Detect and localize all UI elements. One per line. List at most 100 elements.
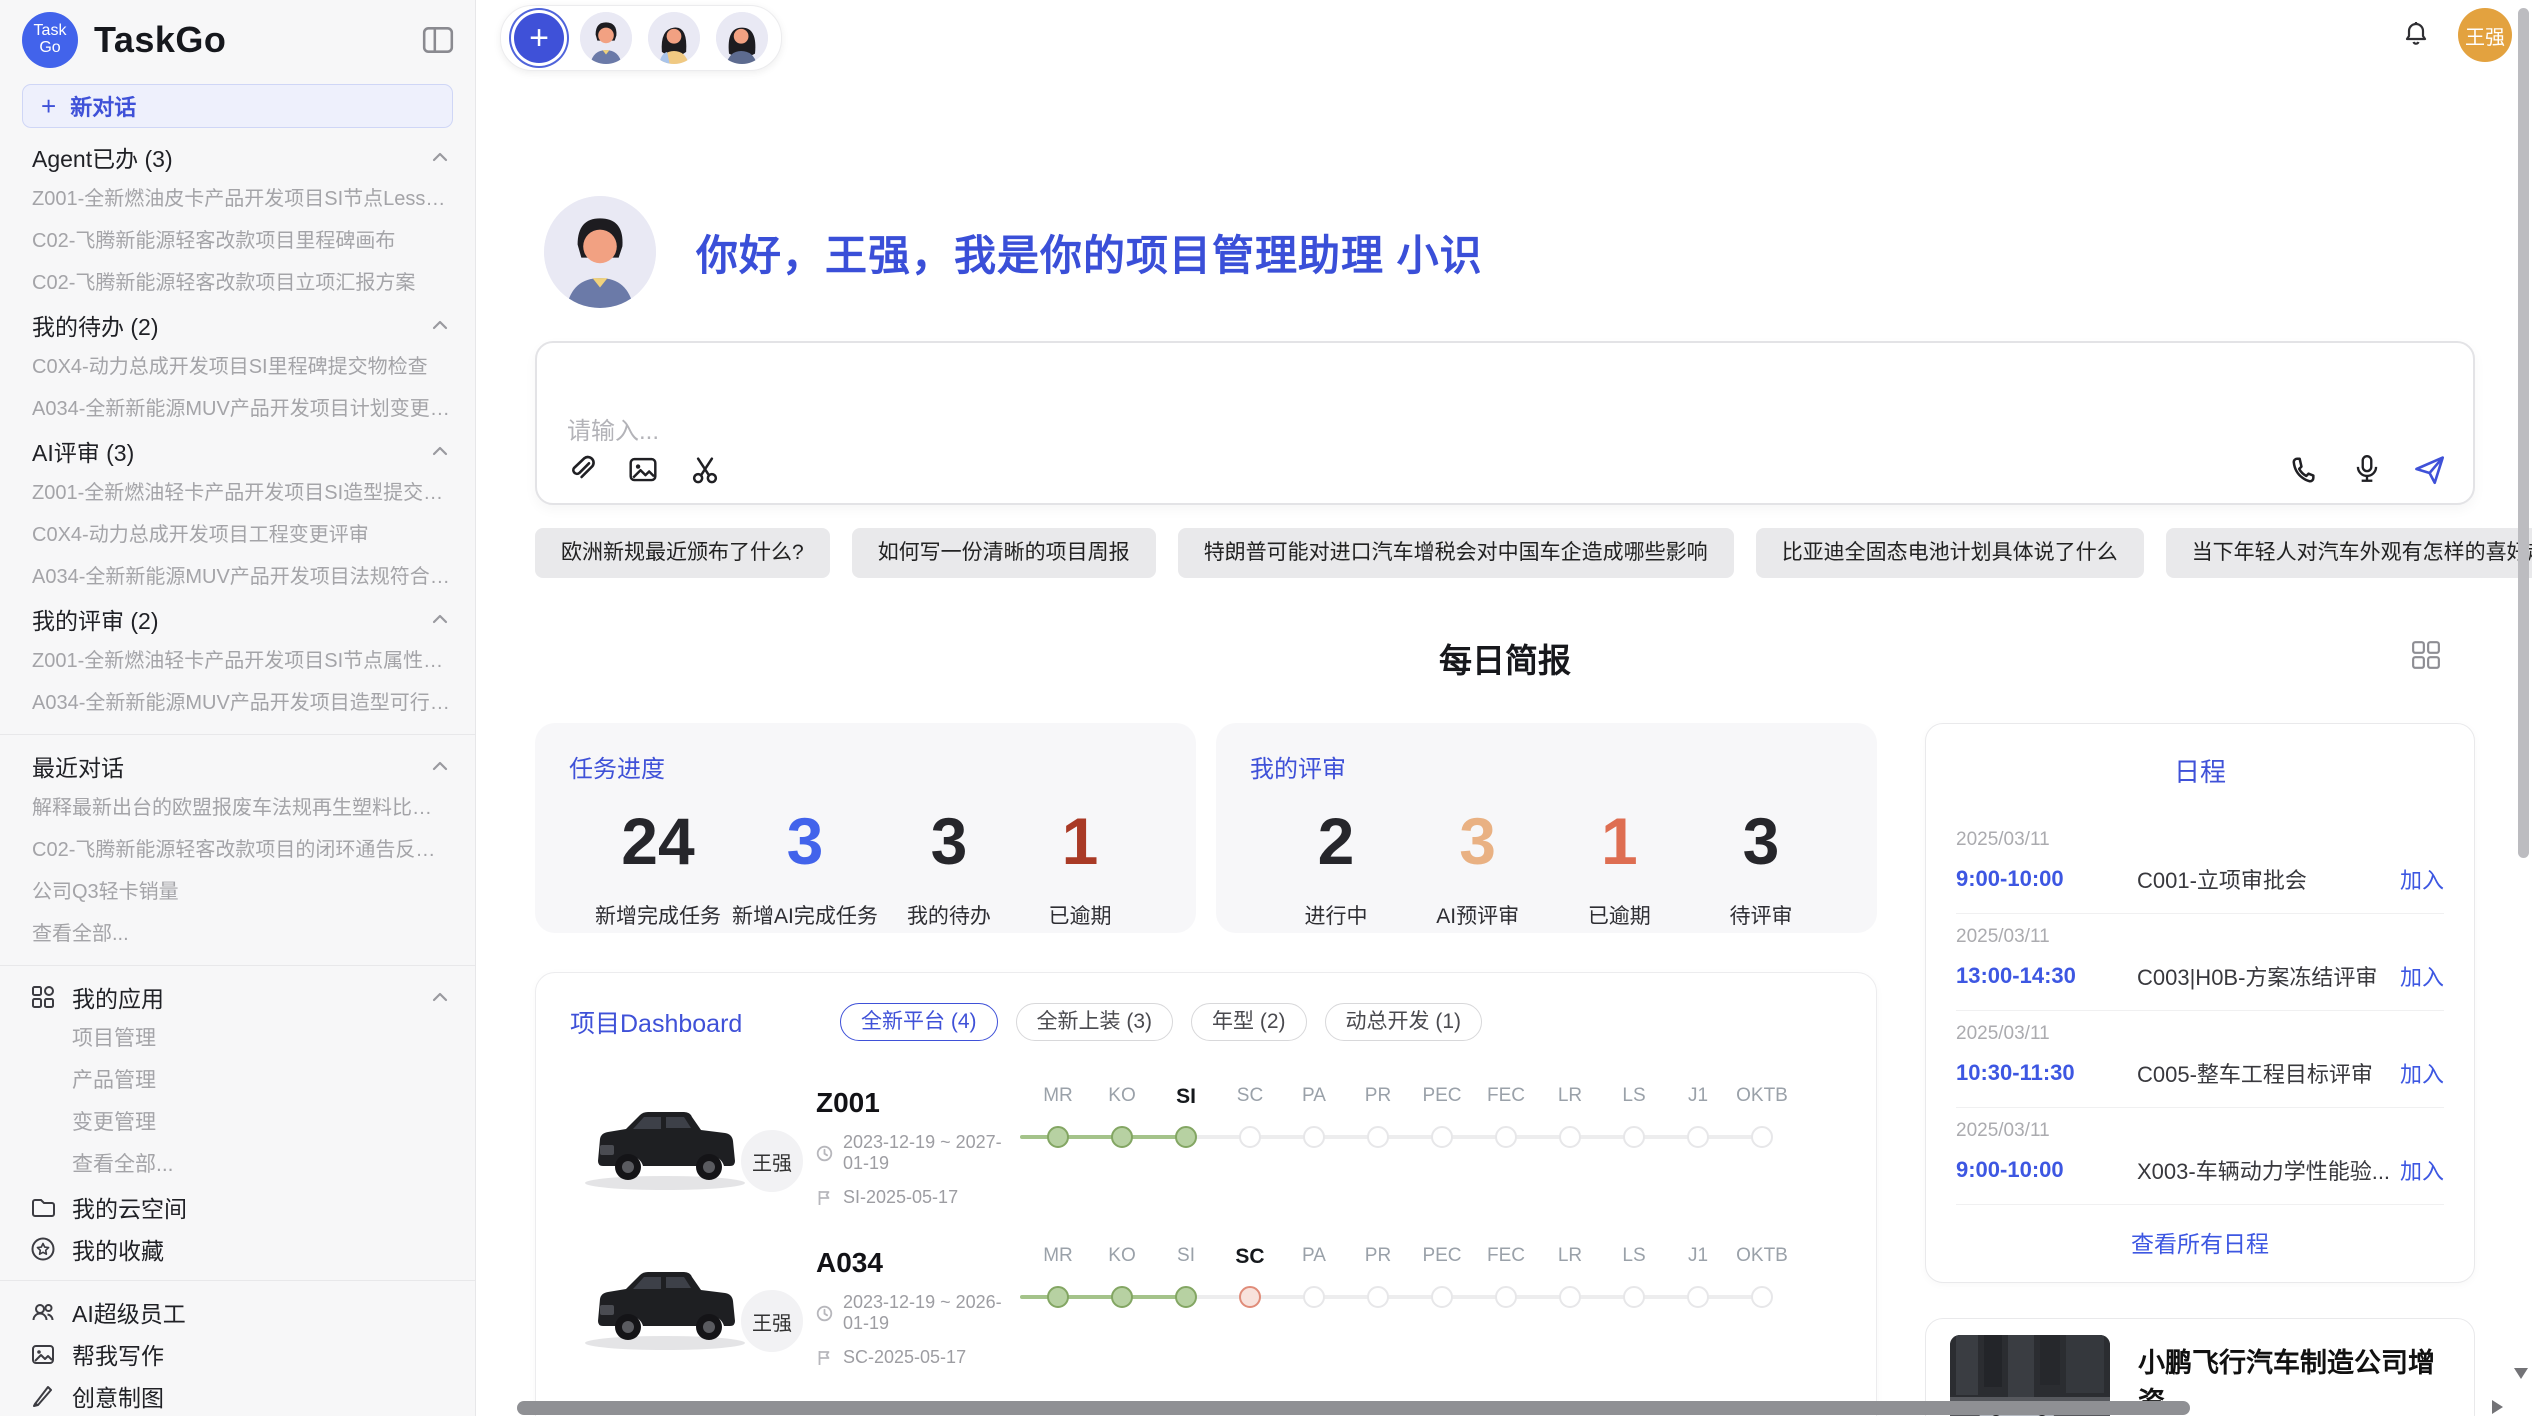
list-item[interactable]: C0X4-动力总成开发项目SI里程碑提交物检查	[0, 346, 475, 388]
chevron-up-icon[interactable]	[429, 440, 451, 462]
sidebar-item-label: 帮我写作	[72, 1337, 164, 1371]
milestone-dot-done	[1047, 1286, 1069, 1308]
app-logo: Task Go	[22, 12, 78, 68]
milestone-label-current: SI	[1154, 1085, 1218, 1109]
scroll-right-arrow[interactable]	[2492, 1400, 2503, 1414]
list-item[interactable]: C0X4-动力总成开发项目工程变更评审	[0, 514, 475, 556]
agent-avatar-1[interactable]	[580, 12, 632, 64]
stat-label: 新增完成任务	[595, 900, 721, 930]
daily-brief-header: 每日简报	[535, 634, 2475, 682]
new-chat-button[interactable]: + 新对话	[22, 84, 453, 128]
section-my-review[interactable]: 我的评审 (2)	[0, 598, 475, 640]
milestone-label: LR	[1538, 1245, 1602, 1269]
sidebar-item-help-write[interactable]: 帮我写作	[0, 1333, 475, 1375]
list-item[interactable]: A034-全新新能源MUV产品开发项目造型可行性评审	[0, 682, 475, 724]
suggestion-chip[interactable]: 欧洲新规最近颁布了什么?	[535, 528, 830, 578]
list-item[interactable]: A034-全新新能源MUV产品开发项目法规符合性评审	[0, 556, 475, 598]
topbar-right: 王强	[2400, 8, 2512, 62]
join-link[interactable]: 加入	[2400, 1057, 2444, 1089]
milestone-label: PEC	[1410, 1245, 1474, 1269]
milestone-dot	[1751, 1126, 1773, 1148]
phone-icon[interactable]	[2289, 453, 2321, 485]
list-item[interactable]: Z001-全新燃油轻卡产品开发项目SI造型提交物评审	[0, 472, 475, 514]
section-recent-chats[interactable]: 最近对话	[0, 745, 475, 787]
list-item[interactable]: 解释最新出台的欧盟报废车法规再生塑料比例被调至15%...	[0, 787, 475, 829]
scissors-icon[interactable]	[689, 453, 721, 485]
sidebar-item-ai-employee[interactable]: AI超级员工	[0, 1291, 475, 1333]
agent-avatar-3[interactable]	[716, 12, 768, 64]
suggestion-chip[interactable]: 当下年轻人对汽车外观有怎样的喜好趋势	[2166, 528, 2532, 578]
section-agent-done[interactable]: Agent已办 (3)	[0, 136, 475, 178]
suggestion-chip[interactable]: 比亚迪全固态电池计划具体说了什么	[1756, 528, 2144, 578]
project-row[interactable]: 王强 A034 2023-12-19 ~ 2026-01-19 SC-2025-…	[570, 1243, 1876, 1361]
microphone-icon[interactable]	[2351, 453, 2383, 485]
stat-cards: 任务进度 24新增完成任务 3新增AI完成任务 3我的待办 1已逾期 我的评审 …	[535, 723, 1877, 933]
app-link[interactable]: 产品管理	[0, 1060, 475, 1102]
suggestion-chip[interactable]: 如何写一份清晰的项目周报	[852, 528, 1156, 578]
milestone-dot	[1431, 1126, 1453, 1148]
stat-label: 进行中	[1276, 900, 1396, 930]
milestone-dot-done	[1111, 1286, 1133, 1308]
attachment-icon[interactable]	[565, 453, 597, 485]
join-link[interactable]: 加入	[2400, 863, 2444, 895]
image-upload-icon[interactable]	[627, 453, 659, 485]
task-progress-card: 任务进度 24新增完成任务 3新增AI完成任务 3我的待办 1已逾期	[535, 723, 1196, 933]
agent-avatar-2[interactable]	[648, 12, 700, 64]
milestone-dot	[1367, 1286, 1389, 1308]
app-name: TaskGo	[94, 19, 405, 61]
list-item[interactable]: Z001-全新燃油轻卡产品开发项目SI节点属性5D文件评审	[0, 640, 475, 682]
list-item[interactable]: C02-飞腾新能源轻客改款项目的闭环通告反馈情况	[0, 829, 475, 871]
section-my-todo[interactable]: 我的待办 (2)	[0, 304, 475, 346]
user-avatar[interactable]: 王强	[2458, 8, 2512, 62]
chevron-up-icon[interactable]	[429, 608, 451, 630]
list-item[interactable]: 公司Q3轻卡销量	[0, 871, 475, 913]
stat-value: 3	[732, 808, 878, 874]
vertical-scrollbar[interactable]	[2518, 8, 2529, 858]
chevron-up-icon[interactable]	[429, 986, 451, 1008]
list-item[interactable]: C02-飞腾新能源轻客改款项目里程碑画布	[0, 220, 475, 262]
chevron-up-icon[interactable]	[429, 146, 451, 168]
vehicle-image	[570, 1083, 760, 1195]
list-item[interactable]: A034-全新新能源MUV产品开发项目计划变更表编写	[0, 388, 475, 430]
project-row[interactable]: 王强 Z001 2023-12-19 ~ 2027-01-19 SI-2025-…	[570, 1083, 1876, 1201]
sidebar-item-favorites[interactable]: 我的收藏	[0, 1228, 475, 1270]
milestone-dot	[1559, 1126, 1581, 1148]
milestone-label: FEC	[1474, 1245, 1538, 1269]
tab-powertrain[interactable]: 动总开发 (1)	[1325, 1003, 1483, 1041]
milestone-label-current: SC	[1218, 1245, 1282, 1269]
section-ai-review[interactable]: AI评审 (3)	[0, 430, 475, 472]
scroll-down-arrow[interactable]	[2514, 1368, 2528, 1379]
app-link[interactable]: 变更管理	[0, 1102, 475, 1144]
sidebar-collapse-icon[interactable]	[421, 23, 455, 57]
join-link[interactable]: 加入	[2400, 1154, 2444, 1186]
card-title: 任务进度	[569, 749, 1166, 784]
list-item[interactable]: C02-飞腾新能源轻客改款项目立项汇报方案	[0, 262, 475, 304]
add-agent-button[interactable]: +	[514, 13, 564, 63]
sidebar-item-label: 我的收藏	[72, 1232, 164, 1266]
list-item[interactable]: Z001-全新燃油皮卡产品开发项目SI节点Lesson Learn报告	[0, 178, 475, 220]
milestone-dot	[1495, 1286, 1517, 1308]
tab-new-platform[interactable]: 全新平台 (4)	[840, 1003, 998, 1041]
chevron-up-icon[interactable]	[429, 314, 451, 336]
app-link[interactable]: 项目管理	[0, 1018, 475, 1060]
send-icon[interactable]	[2413, 453, 2445, 485]
milestone-track: MR KO SI SC PA PR PEC FEC LR LS J1 OKTB	[1026, 1243, 1798, 1317]
chevron-up-icon[interactable]	[429, 755, 451, 777]
join-link[interactable]: 加入	[2400, 960, 2444, 992]
layout-grid-icon[interactable]	[2411, 640, 2441, 670]
horizontal-scrollbar[interactable]	[517, 1401, 2190, 1415]
view-all-schedule-link[interactable]: 查看所有日程	[1956, 1225, 2444, 1259]
milestone-dot	[1303, 1126, 1325, 1148]
milestone-dot	[1751, 1286, 1773, 1308]
view-all-link[interactable]: 查看全部...	[0, 1144, 475, 1186]
sidebar-item-my-apps[interactable]: 我的应用	[0, 976, 475, 1018]
chat-input[interactable]: 请输入...	[535, 341, 2475, 505]
view-all-link[interactable]: 查看全部...	[0, 913, 475, 955]
suggestion-chip[interactable]: 特朗普可能对进口汽车增税会对中国车企造成哪些影响	[1178, 528, 1734, 578]
stat-value: 2	[1276, 808, 1396, 874]
sidebar-item-cloud-space[interactable]: 我的云空间	[0, 1186, 475, 1228]
notification-bell-icon[interactable]	[2400, 19, 2432, 51]
sidebar-item-creative-draw[interactable]: 创意制图	[0, 1375, 475, 1416]
tab-new-body[interactable]: 全新上装 (3)	[1016, 1003, 1174, 1041]
tab-year-model[interactable]: 年型 (2)	[1191, 1003, 1307, 1041]
